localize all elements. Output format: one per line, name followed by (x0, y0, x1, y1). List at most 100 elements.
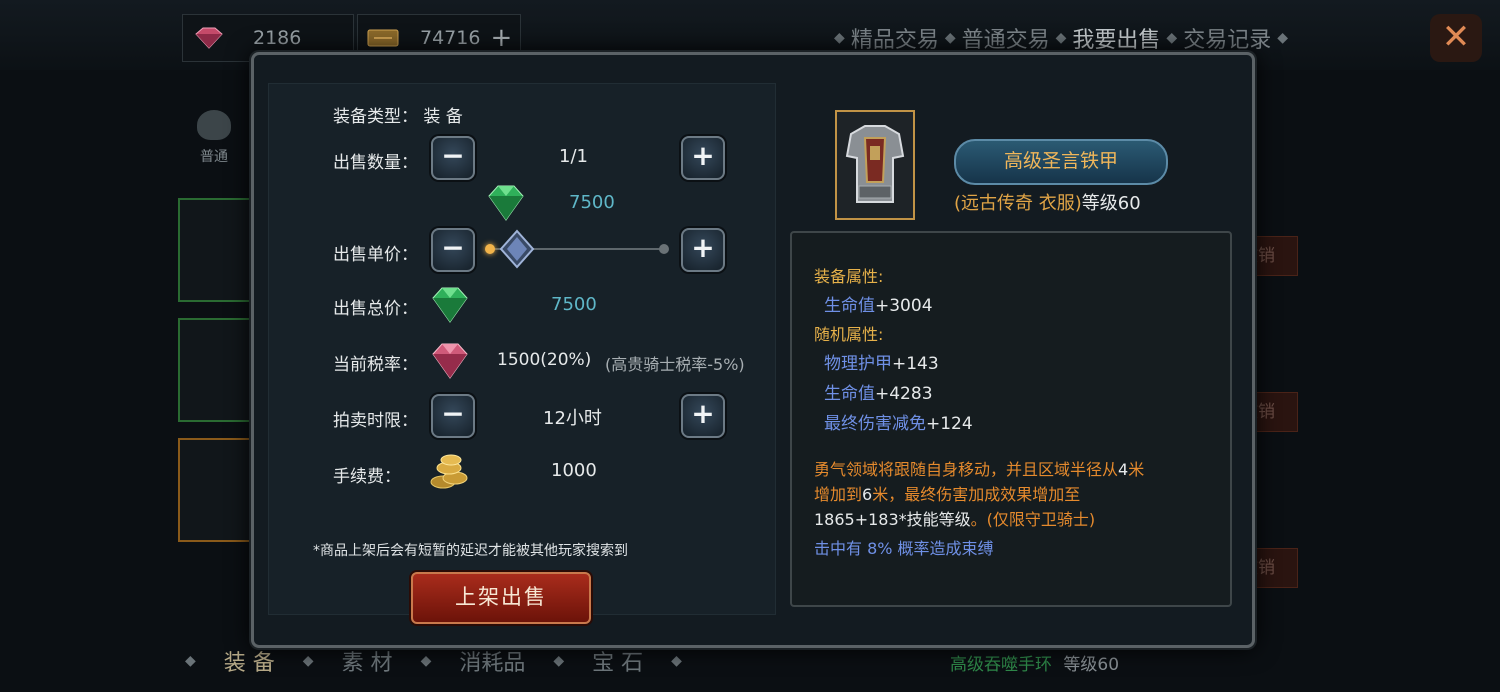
total-price-value: 7500 (551, 294, 597, 315)
equip-attr-row: 生命值+3004 (814, 291, 1214, 321)
inventory-slot[interactable] (178, 438, 256, 542)
random-attr-row: 生命值+4283 (814, 379, 1214, 409)
red-gem-icon (432, 343, 468, 379)
inventory-slot[interactable] (178, 318, 256, 422)
total-price-label: 出售总价： (333, 299, 418, 319)
qty-decrease-button[interactable]: − (431, 136, 475, 180)
listing-item-level: 等级60 (1063, 655, 1120, 675)
skill-number: 4 (1118, 460, 1129, 479)
top-tabs: ◆ 精品交易 ◆ 普通交易 ◆ 我要出售 ◆ 交易记录 ◆ (834, 22, 1288, 54)
price-decrease-button[interactable]: − (431, 228, 475, 272)
close-button[interactable]: ✕ (1430, 14, 1482, 62)
plus-icon: + (691, 397, 715, 430)
time-decrease-button[interactable]: − (431, 394, 475, 438)
tab-separator-icon: ◆ (420, 653, 432, 669)
equip-type-value: 装 备 (423, 107, 463, 127)
unit-price-label: 出售单价： (333, 245, 418, 265)
add-ticket-button[interactable]: + (490, 25, 512, 51)
side-category-normal[interactable]: 普通 (190, 110, 238, 166)
tab-consumables[interactable]: 消耗品 (431, 645, 553, 677)
tab-separator-icon: ◆ (302, 653, 314, 669)
listing-preview[interactable]: 高级吞噬手环 等级60 (950, 650, 1119, 675)
time-increase-button[interactable]: + (681, 394, 725, 438)
random-attr-row: 物理护甲+143 (814, 349, 1214, 379)
list-for-sale-button[interactable]: 上架出售 (411, 572, 591, 624)
tab-separator-icon: ◆ (671, 653, 682, 669)
skill-number: 6 (862, 485, 873, 504)
equip-type-label: 装备类型： (333, 107, 418, 127)
inventory-slot[interactable] (178, 198, 256, 302)
tab-normal-trade[interactable]: 普通交易 (962, 22, 1050, 54)
attr-value: +4283 (875, 384, 933, 404)
gold-coin-icon (430, 454, 468, 489)
minus-icon: − (441, 397, 465, 430)
tab-trade-record[interactable]: 交易记录 (1183, 22, 1271, 54)
auction-time-value: 12小时 (543, 408, 602, 429)
armor-icon (837, 112, 913, 218)
qty-value: 1/1 (559, 146, 588, 167)
unit-price-value: 7500 (569, 192, 615, 213)
sell-dialog: 装备类型： 装 备 出售数量： − 1/1 + 7500 出售单价： − + 出… (251, 52, 1255, 648)
item-attributes-panel[interactable]: 装备属性: 生命值+3004 随机属性: 物理护甲+143 生命值+4283 最… (790, 231, 1232, 607)
tab-premium-trade[interactable]: 精品交易 (851, 22, 939, 54)
price-slider-handle[interactable] (497, 229, 537, 269)
skill-description-2: 击中有 8% 概率造成束缚 (814, 539, 994, 558)
tab-separator-icon: ◆ (1166, 30, 1178, 46)
tab-separator-icon: ◆ (834, 30, 845, 46)
qty-label: 出售数量： (333, 153, 418, 173)
slider-max-dot (659, 244, 669, 254)
ticket-amount: 74716 (420, 27, 481, 49)
fee-value: 1000 (551, 460, 597, 481)
skill-text: 勇气领域将跟随自身移动，并且区域半径从 (814, 460, 1119, 479)
attr-value: +143 (892, 354, 939, 374)
side-category-label: 普通 (200, 149, 228, 165)
item-quality: (远古传奇 衣服) (954, 193, 1082, 214)
attr-key: 物理护甲 (824, 354, 892, 374)
tab-sell[interactable]: 我要出售 (1072, 22, 1160, 54)
tab-gems[interactable]: 宝 石 (564, 645, 671, 677)
tab-separator-icon: ◆ (1055, 30, 1067, 46)
minus-icon: − (441, 231, 465, 264)
attr-value: +124 (926, 414, 973, 434)
item-name: 高级圣言铁甲 (954, 139, 1168, 185)
green-gem-icon (488, 185, 524, 221)
bag-icon (197, 110, 231, 140)
tab-equipment[interactable]: 装 备 (196, 645, 303, 677)
close-icon: ✕ (1441, 17, 1471, 57)
tab-separator-icon: ◆ (944, 30, 956, 46)
fee-label: 手续费： (333, 467, 401, 487)
skill-text: 。(仅限守卫骑士) (970, 510, 1096, 529)
tax-label: 当前税率： (333, 355, 418, 375)
tab-materials[interactable]: 素 材 (314, 645, 421, 677)
gem-amount: 2186 (253, 27, 302, 49)
equip-attr-title: 装备属性: (814, 267, 884, 286)
minus-icon: − (441, 139, 465, 172)
plus-icon: + (691, 231, 715, 264)
listing-delay-note: *商品上架后会有短暂的延迟才能被其他玩家搜索到 (313, 543, 628, 559)
attr-value: +3004 (875, 296, 933, 316)
sell-form-panel: 装备类型： 装 备 出售数量： − 1/1 + 7500 出售单价： − + 出… (268, 83, 776, 624)
equip-type-row: 装备类型： 装 备 (333, 102, 463, 127)
tab-separator-icon: ◆ (553, 653, 565, 669)
random-attr-row: 最终伤害减免+124 (814, 409, 1214, 439)
tab-separator-icon: ◆ (1277, 30, 1288, 46)
item-subtitle: (远古传奇 衣服)等级60 (954, 189, 1141, 215)
attr-key: 生命值 (824, 296, 875, 316)
green-gem-icon (432, 287, 468, 323)
red-gem-icon (195, 27, 223, 49)
item-icon-frame[interactable] (835, 110, 915, 220)
qty-increase-button[interactable]: + (681, 136, 725, 180)
ticket-icon (367, 29, 399, 47)
price-increase-button[interactable]: + (681, 228, 725, 272)
tax-value: 1500(20%) (497, 350, 592, 370)
plus-icon: + (691, 139, 715, 172)
tax-note: (高贵骑士税率-5%) (605, 355, 745, 374)
tab-separator-icon: ◆ (185, 653, 196, 669)
listing-item-name: 高级吞噬手环 (950, 655, 1052, 675)
item-level: 等级60 (1081, 193, 1141, 214)
random-attr-title: 随机属性: (814, 325, 884, 344)
skill-number: 1865+183*技能等级 (814, 510, 971, 529)
attr-key: 生命值 (824, 384, 875, 404)
slider-min-dot (485, 244, 495, 254)
skill-text: 米，最终伤害加成效果增加至 (872, 485, 1081, 504)
